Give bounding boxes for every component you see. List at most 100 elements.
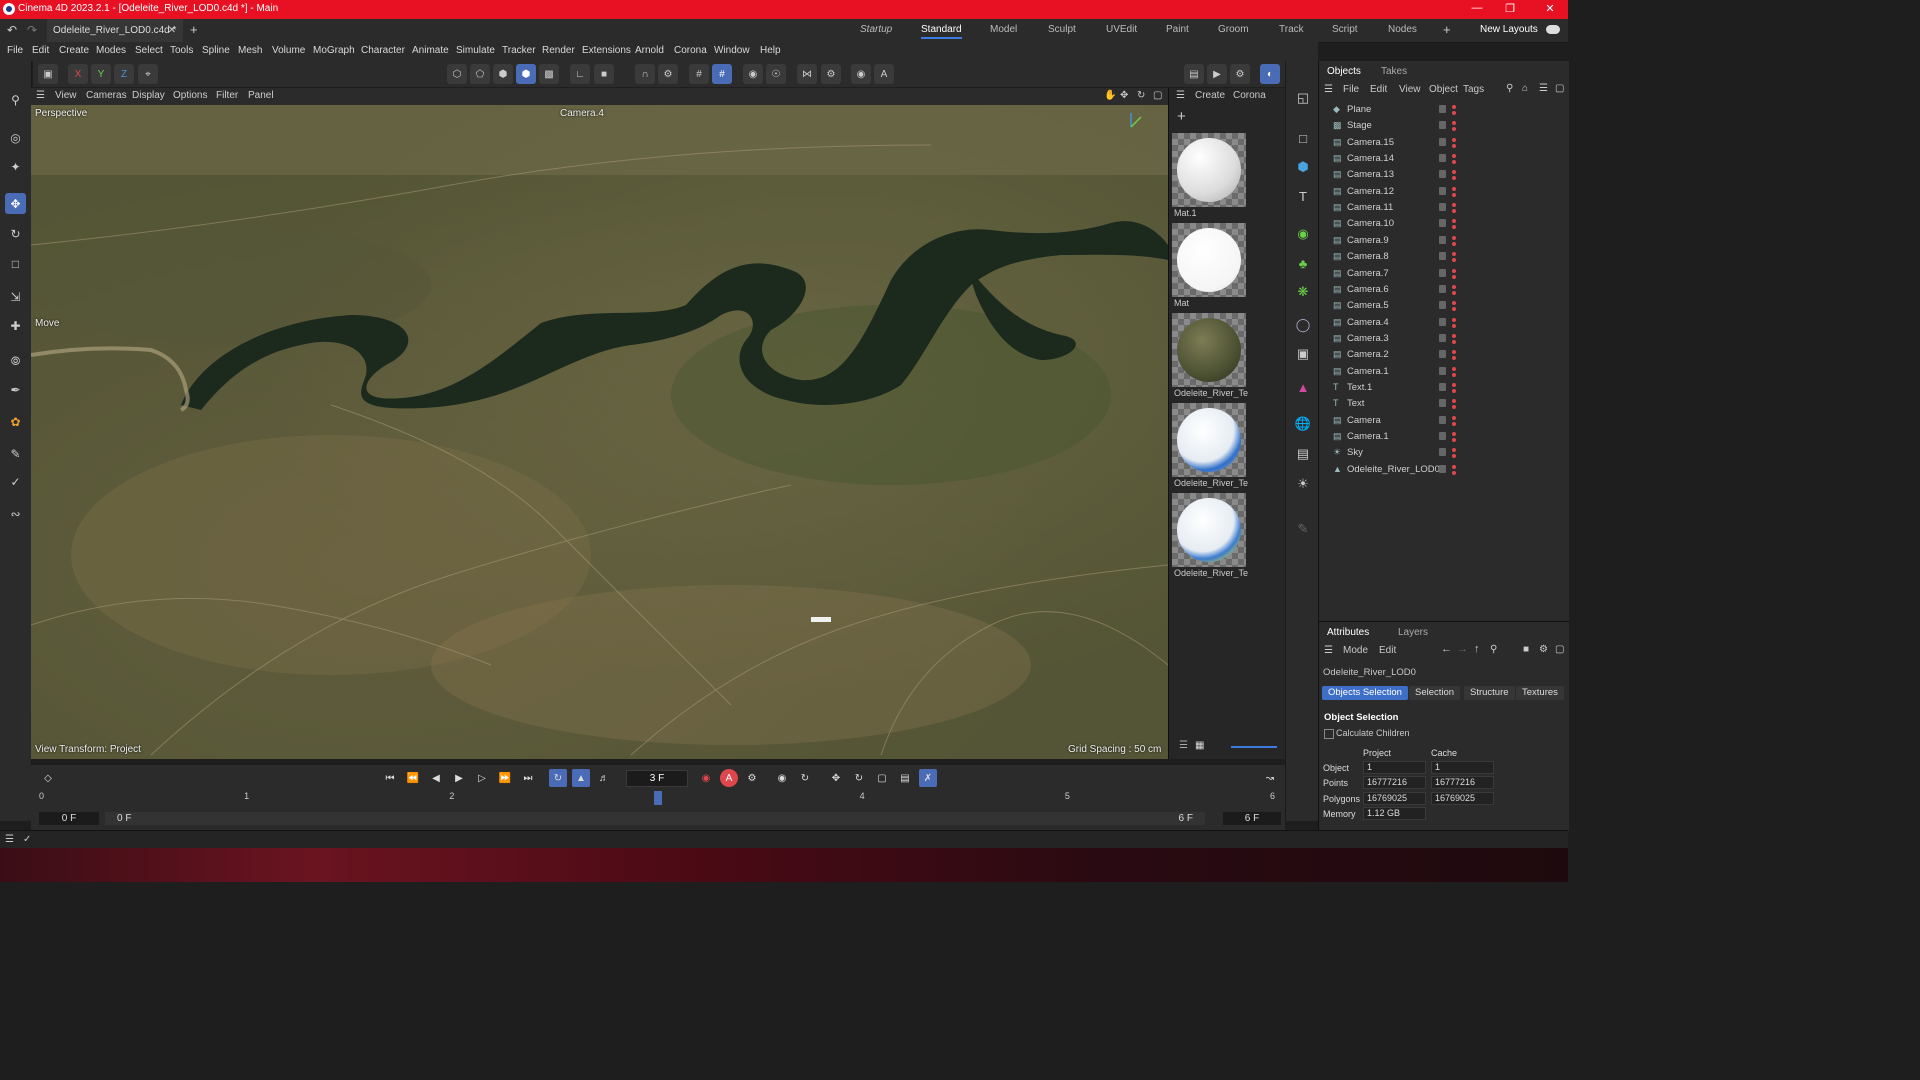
- scale-tool-icon[interactable]: □: [5, 253, 26, 274]
- key-move-icon[interactable]: ✥: [827, 769, 845, 787]
- object-row[interactable]: T Text.1: [1319, 380, 1569, 396]
- preview-range-icon[interactable]: ▲: [572, 769, 590, 787]
- layer-checkbox[interactable]: [1439, 268, 1446, 277]
- render-visibility-dot[interactable]: [1452, 176, 1456, 181]
- editor-visibility-dot[interactable]: [1452, 186, 1456, 191]
- layer-checkbox[interactable]: [1439, 137, 1446, 146]
- menu-edit[interactable]: Edit: [32, 45, 49, 56]
- editor-visibility-dot[interactable]: [1452, 366, 1456, 371]
- layer-checkbox[interactable]: [1439, 203, 1446, 212]
- layer-checkbox[interactable]: [1439, 219, 1446, 228]
- selection-button[interactable]: Selection: [1409, 686, 1461, 700]
- menu-file[interactable]: File: [7, 45, 23, 56]
- camera-view-icon[interactable]: ◱: [1292, 87, 1314, 109]
- object-row[interactable]: ▤ Camera.4: [1319, 315, 1569, 331]
- render-visibility-dot[interactable]: [1452, 225, 1456, 230]
- menu-help[interactable]: Help: [760, 45, 781, 56]
- sound-icon[interactable]: ♬: [595, 769, 613, 787]
- menu-mograph[interactable]: MoGraph: [313, 45, 355, 56]
- editor-visibility-dot[interactable]: [1452, 268, 1456, 273]
- render-visibility-dot[interactable]: [1452, 274, 1456, 279]
- render-visibility-dot[interactable]: [1452, 209, 1456, 214]
- material-thumb-mat1[interactable]: [1172, 133, 1246, 207]
- objects-menu-tags[interactable]: Tags: [1463, 84, 1484, 95]
- object-row[interactable]: ☀ Sky: [1319, 445, 1569, 461]
- render-visibility-dot[interactable]: [1452, 438, 1456, 442]
- layer-checkbox[interactable]: [1439, 415, 1446, 424]
- objects-selection-button[interactable]: Objects Selection: [1322, 686, 1408, 700]
- menu-tracker[interactable]: Tracker: [502, 45, 536, 56]
- edit-render-settings-icon[interactable]: ⚙: [1230, 64, 1250, 84]
- object-row[interactable]: ▤ Camera.14: [1319, 151, 1569, 167]
- render-visibility-dot[interactable]: [1452, 405, 1456, 410]
- layer-checkbox[interactable]: [1439, 432, 1446, 440]
- key-scale-icon[interactable]: ↻: [850, 769, 868, 787]
- viewport-move-icon[interactable]: ✥: [1120, 90, 1128, 101]
- layout-tab-paint[interactable]: Paint: [1166, 24, 1189, 35]
- menu-volume[interactable]: Volume: [272, 45, 305, 56]
- menu-corona[interactable]: Corona: [674, 45, 707, 56]
- render-visibility-dot[interactable]: [1452, 160, 1456, 165]
- preview-range-bar[interactable]: 0 F 6 F: [105, 812, 1205, 825]
- end-frame-field[interactable]: 6 F: [1223, 812, 1281, 825]
- editor-visibility-dot[interactable]: [1452, 301, 1456, 306]
- object-row[interactable]: ▤ Camera: [1319, 413, 1569, 429]
- menu-arnold[interactable]: Arnold: [635, 45, 664, 56]
- objects-search-icon[interactable]: ⚲: [1506, 83, 1513, 94]
- layout-tab-model[interactable]: Model: [990, 24, 1017, 35]
- new-layouts-toggle[interactable]: [1546, 25, 1560, 34]
- mograph-icon[interactable]: ❋: [1292, 281, 1314, 303]
- objects-home-icon[interactable]: ⌂: [1522, 83, 1528, 94]
- rotate-tool-icon[interactable]: ↻: [5, 223, 26, 244]
- y-axis-lock-button[interactable]: Y: [91, 64, 111, 84]
- material-thumb-river-mask[interactable]: [1172, 403, 1246, 477]
- go-to-start-icon[interactable]: ⏮: [381, 769, 399, 787]
- layout-tab-standard[interactable]: Standard: [921, 24, 962, 39]
- layer-checkbox[interactable]: [1439, 301, 1446, 310]
- keyframe-icon[interactable]: ◇: [39, 769, 57, 787]
- axis-mode-icon[interactable]: ∟: [570, 64, 590, 84]
- light-icon[interactable]: ☀: [1292, 473, 1314, 495]
- menu-render[interactable]: Render: [542, 45, 575, 56]
- go-to-end-icon[interactable]: ⏭: [519, 769, 537, 787]
- attributes-menu-mode[interactable]: Mode: [1343, 645, 1368, 656]
- frame-ruler[interactable]: 0123456: [31, 791, 1285, 811]
- generator-icon[interactable]: ◉: [1292, 223, 1314, 245]
- render-visibility-dot[interactable]: [1452, 192, 1456, 197]
- editor-visibility-dot[interactable]: [1452, 170, 1456, 175]
- editor-visibility-dot[interactable]: [1452, 350, 1456, 355]
- cloner-icon[interactable]: ♣: [1292, 252, 1314, 274]
- editor-visibility-dot[interactable]: [1452, 235, 1456, 240]
- layer-checkbox[interactable]: [1439, 464, 1446, 473]
- points-mode-icon[interactable]: ⬡: [447, 64, 467, 84]
- layout-tab-groom[interactable]: Groom: [1218, 24, 1249, 35]
- object-row[interactable]: T Text: [1319, 396, 1569, 412]
- previous-frame-icon[interactable]: ◀: [427, 769, 445, 787]
- new-tab-icon[interactable]: +: [190, 22, 198, 37]
- arnold-icon[interactable]: A: [874, 64, 894, 84]
- objects-new-window-icon[interactable]: ▢: [1555, 83, 1564, 94]
- structure-button[interactable]: Structure: [1464, 686, 1515, 700]
- edges-mode-icon[interactable]: ⬠: [470, 64, 490, 84]
- render-visibility-dot[interactable]: [1452, 241, 1456, 246]
- layer-checkbox[interactable]: [1439, 154, 1446, 163]
- object-row[interactable]: ▤ Camera.8: [1319, 249, 1569, 265]
- deformer-icon[interactable]: ◯: [1292, 314, 1314, 336]
- editor-visibility-dot[interactable]: [1452, 121, 1456, 126]
- viewport-pan-icon[interactable]: ✋: [1104, 90, 1116, 101]
- object-row[interactable]: ▤ Camera.7: [1319, 266, 1569, 282]
- render-region-icon[interactable]: ◉: [743, 64, 763, 84]
- attributes-search-icon[interactable]: ⚲: [1490, 644, 1497, 655]
- object-row[interactable]: ▤ Camera.2: [1319, 347, 1569, 363]
- viewport-hamburger-icon[interactable]: ☰: [36, 90, 45, 101]
- render-visibility-dot[interactable]: [1452, 372, 1456, 377]
- magnet-icon[interactable]: ∾: [5, 503, 26, 524]
- z-axis-lock-button[interactable]: Z: [114, 64, 134, 84]
- object-row[interactable]: ◆ Plane: [1319, 102, 1569, 118]
- polygons-mode-icon[interactable]: ⬢: [493, 64, 513, 84]
- key-position-icon[interactable]: ◉: [773, 769, 791, 787]
- layout-tab-uvedit[interactable]: UVEdit: [1106, 24, 1137, 35]
- layer-checkbox[interactable]: [1439, 284, 1446, 293]
- snap-points-icon[interactable]: ✚: [5, 315, 26, 336]
- viewport-menu-display[interactable]: Display: [132, 90, 165, 101]
